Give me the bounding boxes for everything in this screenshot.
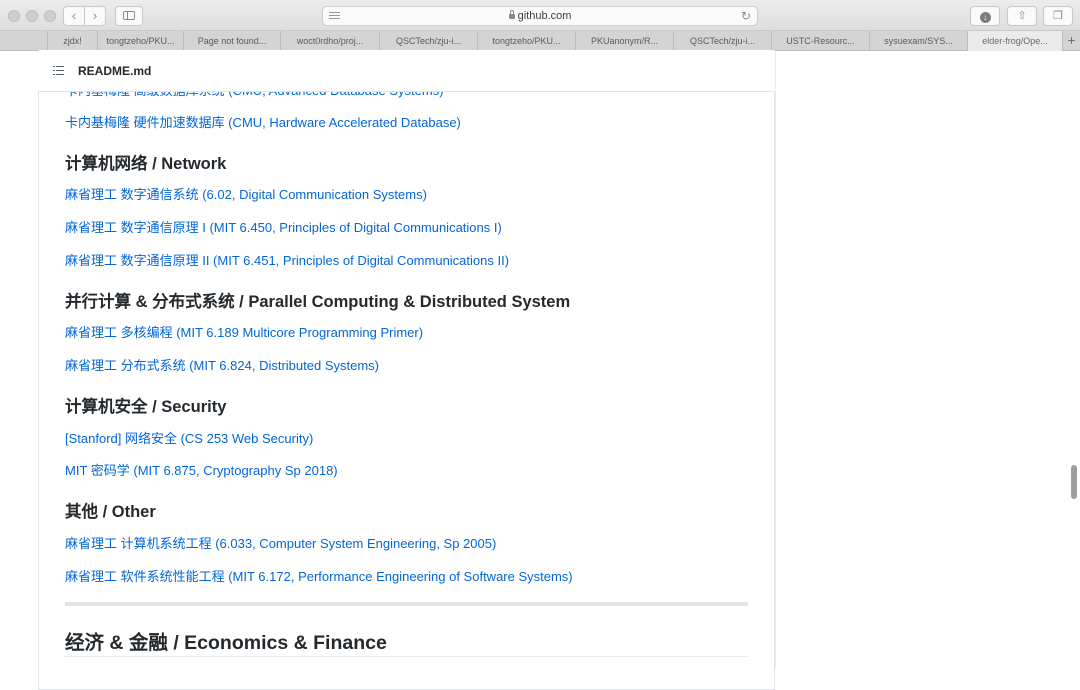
browser-tab[interactable]: sysuexam/SYS...	[869, 31, 967, 51]
browser-tab[interactable]: tongtzeho/PKU...	[97, 31, 183, 51]
browser-tab[interactable]: QSCTech/zju-i...	[673, 31, 771, 51]
minimize-window-button[interactable]	[26, 10, 38, 22]
scrollbar-thumb[interactable]	[1071, 465, 1077, 499]
address-bar[interactable]: github.com ↻	[322, 6, 758, 26]
section-heading-network: 计算机网络 / Network	[65, 155, 227, 173]
section-heading-economics: 经济 & 金融 / Economics & Finance	[65, 632, 387, 654]
share-icon: ⇧	[1017, 10, 1027, 22]
readme-link[interactable]: 麻省理工 多核编程 (MIT 6.189 Multicore Programmi…	[65, 322, 423, 341]
forward-button[interactable]: ›	[84, 6, 106, 26]
browser-tab[interactable]: woct0rdho/proj...	[280, 31, 379, 51]
readme-link[interactable]: 麻省理工 数字通信系统 (6.02, Digital Communication…	[65, 184, 427, 203]
tab-overview-button[interactable]: ❐	[1043, 6, 1073, 26]
section-heading-security: 计算机安全 / Security	[65, 398, 227, 416]
readme-link[interactable]: 麻省理工 分布式系统 (MIT 6.824, Distributed Syste…	[65, 355, 379, 374]
sidebar-icon	[123, 11, 135, 20]
browser-tab[interactable]: zjdx!	[47, 31, 97, 51]
browser-tab-active[interactable]: elder-frog/Ope...	[967, 31, 1062, 51]
reload-icon[interactable]: ↻	[741, 7, 751, 25]
sidebar-toggle-button[interactable]	[115, 6, 143, 26]
section-heading-other: 其他 / Other	[65, 503, 156, 521]
browser-tab[interactable]: Page not found...	[183, 31, 280, 51]
readme-title: README.md	[78, 64, 152, 78]
readme-link[interactable]: 麻省理工 计算机系统工程 (6.033, Computer System Eng…	[65, 533, 496, 552]
readme-link[interactable]: 麻省理工 数字通信原理 II (MIT 6.451, Principles of…	[65, 250, 509, 269]
readme-link[interactable]: [Stanford] 网络安全 (CS 253 Web Security)	[65, 428, 313, 447]
tab-strip: zjdx! tongtzeho/PKU... Page not found...…	[0, 31, 1080, 51]
close-window-button[interactable]	[8, 10, 20, 22]
browser-tab[interactable]: QSCTech/zju-i...	[379, 31, 477, 51]
readme-link[interactable]: MIT 密码学 (MIT 6.875, Cryptography Sp 2018…	[65, 460, 338, 479]
readme-sticky-header: README.md	[38, 52, 775, 92]
section-heading-parallel: 并行计算 & 分布式系统 / Parallel Computing & Dist…	[65, 293, 571, 311]
reader-list-icon[interactable]	[329, 12, 340, 21]
zoom-window-button[interactable]	[44, 10, 56, 22]
browser-tab[interactable]: tongtzeho/PKU...	[477, 31, 575, 51]
new-tab-button[interactable]: +	[1062, 31, 1080, 51]
chevron-right-icon: ›	[92, 8, 98, 23]
page-viewport: 卡内基梅隆 高级数据库系统 (CMU, Advanced Database Sy…	[0, 50, 1080, 690]
readme-link[interactable]: 卡内基梅隆 硬件加速数据库 (CMU, Hardware Accelerated…	[65, 112, 461, 131]
share-button[interactable]: ⇧	[1007, 6, 1037, 26]
readme-link[interactable]: 麻省理工 软件系统性能工程 (MIT 6.172, Performance En…	[65, 566, 573, 585]
horizontal-rule	[65, 602, 748, 606]
back-button[interactable]: ‹	[63, 6, 85, 26]
browser-tab[interactable]: USTC-Resourc...	[771, 31, 869, 51]
table-of-contents-icon[interactable]	[53, 66, 64, 76]
browser-toolbar: ‹ › github.com ↻ ↓ ⇧ ❐	[0, 0, 1080, 31]
tabs-icon: ❐	[1053, 10, 1063, 22]
sidebar-divider	[775, 52, 776, 669]
download-icon: ↓	[979, 12, 991, 23]
downloads-button[interactable]: ↓	[970, 6, 1000, 26]
url-text: github.com	[517, 10, 572, 22]
scrollbar[interactable]	[1064, 52, 1080, 669]
readme-link[interactable]: 麻省理工 数字通信原理 I (MIT 6.450, Principles of …	[65, 217, 502, 236]
chevron-left-icon: ‹	[71, 8, 77, 23]
lock-icon	[508, 10, 515, 19]
heading-underline	[65, 656, 748, 657]
browser-tab[interactable]: PKUanonym/R...	[575, 31, 673, 51]
